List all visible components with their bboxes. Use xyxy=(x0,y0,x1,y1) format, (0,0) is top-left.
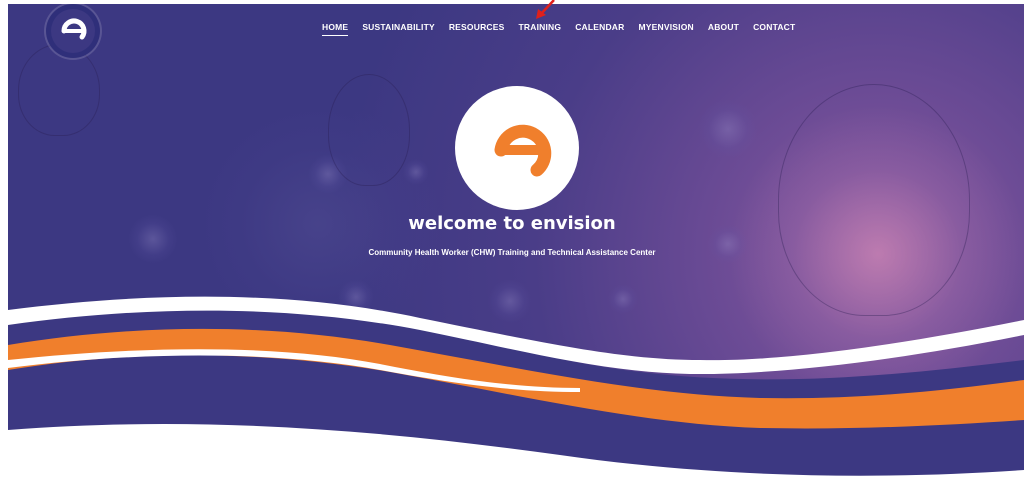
hero-title: welcome to envision xyxy=(408,213,616,234)
nav-item-sustainability[interactable]: SUSTAINABILITY xyxy=(362,22,435,36)
red-arrow-icon xyxy=(536,0,555,19)
nav-item-home[interactable]: HOME xyxy=(322,22,349,36)
nav-item-training[interactable]: TRAINING xyxy=(519,22,562,36)
envision-e-logo-icon xyxy=(457,88,577,208)
center-logo xyxy=(455,86,579,210)
nav-item-resources[interactable]: RESOURCES xyxy=(449,22,505,36)
nav-item-calendar[interactable]: CALENDAR xyxy=(575,22,624,36)
brand-logo[interactable] xyxy=(46,4,100,58)
hero-subtitle: Community Health Worker (CHW) Training a… xyxy=(368,248,656,257)
nav-item-about[interactable]: ABOUT xyxy=(708,22,739,36)
main-nav: HOME SUSTAINABILITY RESOURCES TRAINING C… xyxy=(322,22,795,36)
envision-e-logo-icon xyxy=(51,9,95,53)
nav-item-contact[interactable]: CONTACT xyxy=(753,22,795,36)
page: HOME SUSTAINABILITY RESOURCES TRAINING C… xyxy=(0,0,1024,497)
nav-item-myenvision[interactable]: MYENVISION xyxy=(638,22,693,36)
